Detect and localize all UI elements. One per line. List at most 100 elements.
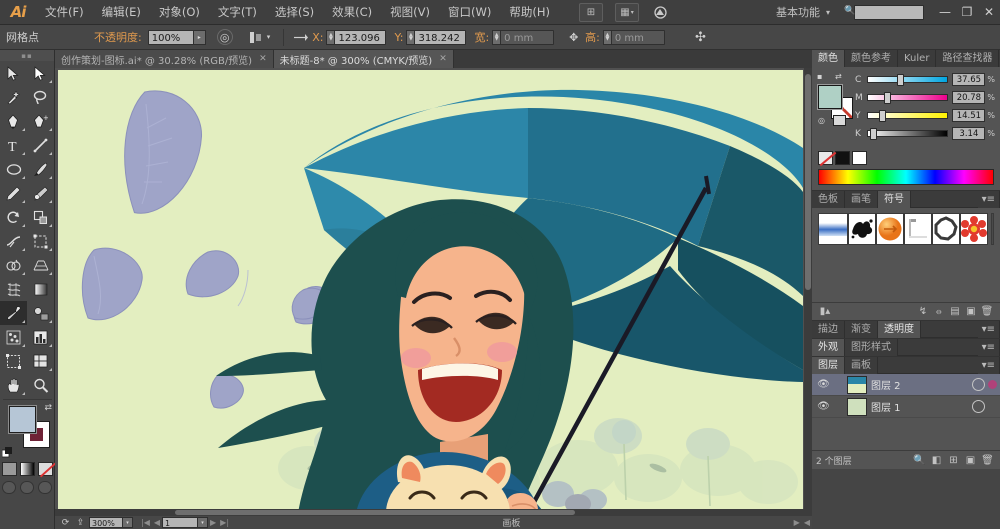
symbol-orange-sphere[interactable] (876, 213, 904, 245)
blob-brush-tool[interactable] (27, 181, 54, 205)
pencil-tool[interactable] (0, 181, 27, 205)
color-default-icon[interactable] (833, 115, 846, 126)
arrange-documents-icon[interactable]: ⊞ (578, 2, 603, 22)
artboard-number-input[interactable]: 1 (162, 517, 199, 528)
none-mode-button[interactable] (37, 462, 53, 476)
place-symbol-instance-icon[interactable]: ↯ (915, 305, 931, 319)
mesh-tool[interactable] (0, 277, 27, 301)
tools-panel-grip[interactable]: ▪▪ (0, 50, 54, 61)
bridge-icon[interactable] (649, 3, 673, 22)
layer-selection-dot[interactable] (988, 402, 997, 411)
canvas-vertical-scrollbar[interactable] (804, 68, 812, 515)
tab-appearance[interactable]: 外观 (812, 339, 845, 356)
layer-selection-dot[interactable] (988, 380, 997, 389)
tab-symbols[interactable]: 符号 (878, 191, 911, 208)
tab-gradient[interactable]: 渐变 (845, 321, 878, 338)
normal-screen-mode-button[interactable] (2, 481, 16, 494)
symbol-ring[interactable] (932, 213, 960, 245)
opacity-input[interactable]: 100% (147, 29, 194, 45)
menu-effect[interactable]: 效果(C) (323, 0, 381, 25)
slider-thumb-m[interactable] (883, 92, 891, 104)
canvas-horizontal-scrollbar[interactable] (55, 509, 812, 516)
table-row[interactable]: 👁 图层 1 (812, 396, 1000, 418)
color-none-icon[interactable]: ◎ (818, 116, 825, 125)
menu-file[interactable]: 文件(F) (36, 0, 93, 25)
add-anchor-point-tool[interactable]: + (27, 109, 54, 133)
hand-tool[interactable] (0, 373, 27, 397)
symbol-gradient-bar[interactable] (818, 213, 848, 245)
lasso-tool[interactable] (27, 85, 54, 109)
status-expand-right-icon[interactable]: ▶ (794, 518, 800, 527)
x-input[interactable]: 123.096 r (334, 29, 387, 59)
slider-value-c[interactable]: 37.65 (952, 73, 986, 86)
selection-tool[interactable] (0, 61, 27, 85)
tab-pathfinder[interactable]: 路径查找器 (936, 50, 1000, 67)
slider-track-y[interactable] (867, 110, 949, 122)
make-clipping-mask-icon[interactable]: ◧ (928, 453, 945, 468)
layer-name[interactable]: 图层 1 (871, 399, 972, 414)
y-input[interactable]: 318.242 r (414, 29, 467, 59)
symbol-options-icon[interactable]: ▤ (947, 305, 963, 319)
swap-fill-stroke-icon[interactable]: ⇄ (44, 403, 52, 413)
line-segment-tool[interactable] (27, 133, 54, 157)
free-transform-tool[interactable] (27, 229, 54, 253)
artboard[interactable] (58, 70, 803, 513)
zoom-level-chevron-down-icon[interactable]: ▾ (122, 517, 133, 528)
slice-tool[interactable] (27, 349, 54, 373)
menu-help[interactable]: 帮助(H) (500, 0, 559, 25)
last-artboard-button[interactable]: ▶| (220, 518, 229, 527)
paintbrush-tool[interactable] (27, 157, 54, 181)
delete-layer-icon[interactable]: 🗑 (979, 453, 996, 468)
symbols-scrollbar[interactable] (991, 213, 994, 245)
rotate-view-icon[interactable]: ⟳ (59, 517, 72, 528)
full-screen-menu-button[interactable] (20, 481, 34, 494)
column-graph-tool[interactable] (27, 325, 54, 349)
document-tab-1[interactable]: 创作策划-图标.ai* @ 30.28% (RGB/预览) ✕ (55, 50, 274, 68)
tab-kuler[interactable]: Kuler (898, 50, 937, 67)
color-mode-button[interactable] (1, 462, 17, 476)
slider-track-c[interactable] (867, 74, 949, 86)
blend-tool[interactable] (27, 301, 54, 325)
menu-select[interactable]: 选择(S) (266, 0, 323, 25)
gradient-tool[interactable] (27, 277, 54, 301)
minimize-button[interactable]: — (934, 0, 956, 25)
next-artboard-button[interactable]: ▶ (210, 518, 216, 527)
color-fill-swatch[interactable] (817, 84, 843, 110)
transform-icon[interactable]: ◎ (216, 29, 233, 45)
canvas-vertical-scroll-thumb[interactable] (805, 74, 811, 290)
symbol-corner-mark[interactable] (904, 213, 932, 245)
maximize-button[interactable]: ❐ (956, 0, 978, 25)
color-spectrum-bar[interactable] (818, 169, 994, 185)
color-swap-icon[interactable]: ⇄ (835, 72, 842, 81)
prev-artboard-button[interactable]: ◀ (154, 518, 160, 527)
slider-thumb-k[interactable] (870, 128, 878, 140)
tab-transparency[interactable]: 透明度 (878, 321, 921, 338)
slider-value-m[interactable]: 20.78 (952, 91, 986, 104)
reference-point-icon[interactable]: ✣ (692, 29, 709, 46)
canvas-area[interactable] (55, 68, 812, 515)
slider-value-y[interactable]: 14.51 (952, 109, 986, 122)
appearance-group-menu-icon[interactable]: ▾≡ (977, 339, 1000, 356)
symbol-red-flower[interactable] (960, 213, 988, 245)
type-tool[interactable]: T (0, 133, 27, 157)
artboard-chevron-down-icon[interactable]: ▾ (197, 517, 209, 528)
document-tab-2[interactable]: 未标题-8* @ 300% (CMYK/预览) ✕ (273, 50, 454, 68)
pen-tool[interactable] (0, 109, 27, 133)
artboard-tool[interactable] (0, 349, 27, 373)
canvas-horizontal-scroll-thumb[interactable] (175, 510, 575, 515)
align-chevron-down-icon[interactable]: ▾ (267, 33, 271, 41)
shape-builder-tool[interactable] (0, 253, 27, 277)
slider-thumb-y[interactable] (879, 110, 887, 122)
tab-swatches[interactable]: 色板 (812, 191, 845, 208)
perspective-grid-tool[interactable] (27, 253, 54, 277)
constrain-proportions-icon[interactable]: ✥ (565, 29, 582, 46)
status-expand-left-icon[interactable]: ◀ (804, 518, 810, 527)
delete-symbol-icon[interactable]: 🗑 (979, 305, 995, 319)
tab-color[interactable]: 颜色 (812, 50, 845, 67)
width-input[interactable]: 0 mm (500, 29, 555, 45)
symbol-sprayer-tool[interactable] (0, 325, 27, 349)
height-input[interactable]: 0 mm (610, 29, 665, 45)
fill-swatch[interactable] (8, 405, 37, 434)
workspace-label[interactable]: 基本功能 (770, 4, 826, 20)
new-symbol-icon[interactable]: ▣ (963, 305, 979, 319)
